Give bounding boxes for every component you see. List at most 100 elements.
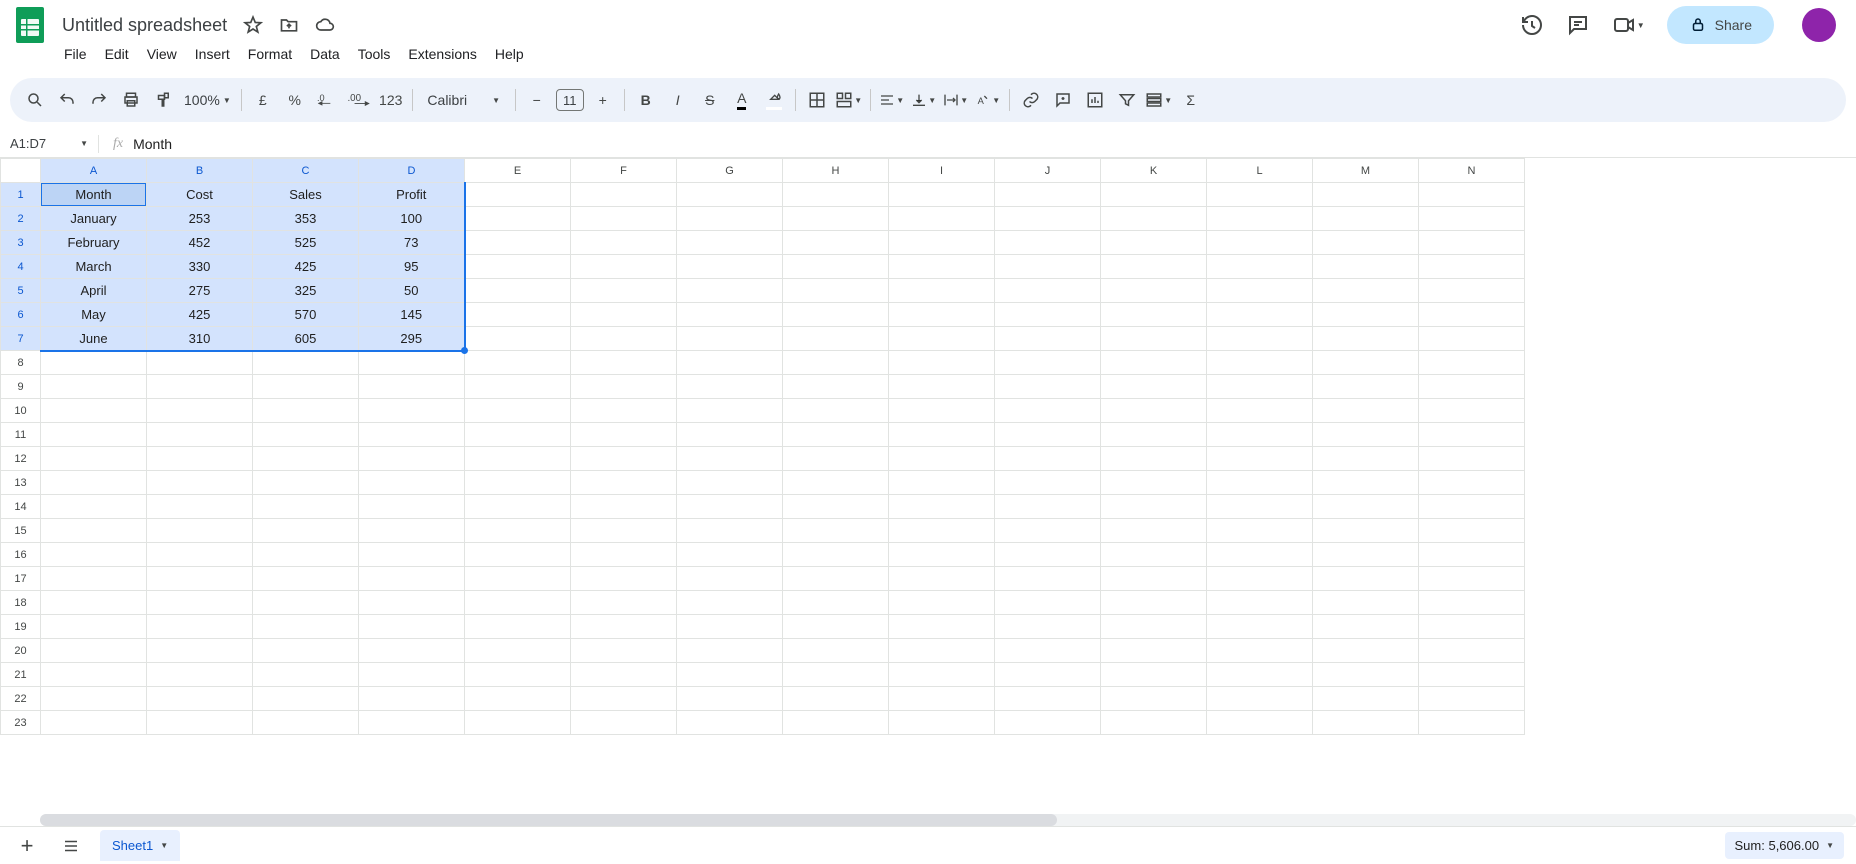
cell-C1[interactable]: Sales bbox=[253, 183, 359, 207]
borders-button[interactable] bbox=[802, 85, 832, 115]
cell-N22[interactable] bbox=[1419, 687, 1525, 711]
cell-M8[interactable] bbox=[1313, 351, 1419, 375]
cell-N8[interactable] bbox=[1419, 351, 1525, 375]
cell-D9[interactable] bbox=[359, 375, 465, 399]
cell-I20[interactable] bbox=[889, 639, 995, 663]
cell-G16[interactable] bbox=[677, 543, 783, 567]
cell-C22[interactable] bbox=[253, 687, 359, 711]
print-button[interactable] bbox=[116, 85, 146, 115]
cell-D15[interactable] bbox=[359, 519, 465, 543]
sheet-menu-icon[interactable]: ▼ bbox=[160, 841, 168, 850]
status-summary[interactable]: Sum: 5,606.00 ▼ bbox=[1725, 832, 1844, 859]
cell-B23[interactable] bbox=[147, 711, 253, 735]
cell-J17[interactable] bbox=[995, 567, 1101, 591]
cell-K19[interactable] bbox=[1101, 615, 1207, 639]
cell-F10[interactable] bbox=[571, 399, 677, 423]
cell-K17[interactable] bbox=[1101, 567, 1207, 591]
cell-I3[interactable] bbox=[889, 231, 995, 255]
star-icon[interactable] bbox=[243, 15, 263, 35]
cell-M18[interactable] bbox=[1313, 591, 1419, 615]
row-header-11[interactable]: 11 bbox=[1, 423, 41, 447]
hscrollbar[interactable] bbox=[40, 814, 1856, 826]
cell-B10[interactable] bbox=[147, 399, 253, 423]
cell-H23[interactable] bbox=[783, 711, 889, 735]
decrease-font-button[interactable]: − bbox=[522, 85, 552, 115]
cell-I8[interactable] bbox=[889, 351, 995, 375]
cell-M20[interactable] bbox=[1313, 639, 1419, 663]
cell-L16[interactable] bbox=[1207, 543, 1313, 567]
cell-A6[interactable]: May bbox=[41, 303, 147, 327]
comment-button[interactable] bbox=[1048, 85, 1078, 115]
cell-A21[interactable] bbox=[41, 663, 147, 687]
col-header-N[interactable]: N bbox=[1419, 159, 1525, 183]
cell-A18[interactable] bbox=[41, 591, 147, 615]
cell-B8[interactable] bbox=[147, 351, 253, 375]
col-header-H[interactable]: H bbox=[783, 159, 889, 183]
cell-F5[interactable] bbox=[571, 279, 677, 303]
cell-A11[interactable] bbox=[41, 423, 147, 447]
cell-G10[interactable] bbox=[677, 399, 783, 423]
cell-I22[interactable] bbox=[889, 687, 995, 711]
cell-L14[interactable] bbox=[1207, 495, 1313, 519]
cell-G4[interactable] bbox=[677, 255, 783, 279]
cell-N16[interactable] bbox=[1419, 543, 1525, 567]
text-color-button[interactable]: A bbox=[727, 85, 757, 115]
cell-B18[interactable] bbox=[147, 591, 253, 615]
cell-B13[interactable] bbox=[147, 471, 253, 495]
cell-A23[interactable] bbox=[41, 711, 147, 735]
menu-format[interactable]: Format bbox=[240, 42, 300, 66]
cell-N4[interactable] bbox=[1419, 255, 1525, 279]
cell-N2[interactable] bbox=[1419, 207, 1525, 231]
cell-J7[interactable] bbox=[995, 327, 1101, 351]
cell-I21[interactable] bbox=[889, 663, 995, 687]
cell-E23[interactable] bbox=[465, 711, 571, 735]
cell-M23[interactable] bbox=[1313, 711, 1419, 735]
cell-N3[interactable] bbox=[1419, 231, 1525, 255]
cell-C7[interactable]: 605 bbox=[253, 327, 359, 351]
cell-G2[interactable] bbox=[677, 207, 783, 231]
cell-N19[interactable] bbox=[1419, 615, 1525, 639]
cell-A1[interactable]: Month bbox=[41, 183, 147, 207]
bold-button[interactable]: B bbox=[631, 85, 661, 115]
cell-N21[interactable] bbox=[1419, 663, 1525, 687]
cell-H19[interactable] bbox=[783, 615, 889, 639]
col-header-I[interactable]: I bbox=[889, 159, 995, 183]
cell-N23[interactable] bbox=[1419, 711, 1525, 735]
cell-M12[interactable] bbox=[1313, 447, 1419, 471]
cell-L18[interactable] bbox=[1207, 591, 1313, 615]
cell-B15[interactable] bbox=[147, 519, 253, 543]
cell-E11[interactable] bbox=[465, 423, 571, 447]
menu-file[interactable]: File bbox=[56, 42, 95, 66]
row-header-2[interactable]: 2 bbox=[1, 207, 41, 231]
increase-font-button[interactable]: + bbox=[588, 85, 618, 115]
cell-N9[interactable] bbox=[1419, 375, 1525, 399]
cell-F3[interactable] bbox=[571, 231, 677, 255]
name-box[interactable]: A1:D7 ▼ bbox=[6, 136, 92, 151]
cell-C12[interactable] bbox=[253, 447, 359, 471]
cell-K8[interactable] bbox=[1101, 351, 1207, 375]
cell-D16[interactable] bbox=[359, 543, 465, 567]
cell-C13[interactable] bbox=[253, 471, 359, 495]
cell-K7[interactable] bbox=[1101, 327, 1207, 351]
cell-M5[interactable] bbox=[1313, 279, 1419, 303]
cell-I23[interactable] bbox=[889, 711, 995, 735]
cell-M4[interactable] bbox=[1313, 255, 1419, 279]
cell-L2[interactable] bbox=[1207, 207, 1313, 231]
cell-K4[interactable] bbox=[1101, 255, 1207, 279]
row-header-18[interactable]: 18 bbox=[1, 591, 41, 615]
cell-G9[interactable] bbox=[677, 375, 783, 399]
cell-F8[interactable] bbox=[571, 351, 677, 375]
row-header-8[interactable]: 8 bbox=[1, 351, 41, 375]
cell-J11[interactable] bbox=[995, 423, 1101, 447]
italic-button[interactable]: I bbox=[663, 85, 693, 115]
cell-E19[interactable] bbox=[465, 615, 571, 639]
cell-L3[interactable] bbox=[1207, 231, 1313, 255]
row-header-13[interactable]: 13 bbox=[1, 471, 41, 495]
cell-F20[interactable] bbox=[571, 639, 677, 663]
cell-B3[interactable]: 452 bbox=[147, 231, 253, 255]
cell-K11[interactable] bbox=[1101, 423, 1207, 447]
cell-K3[interactable] bbox=[1101, 231, 1207, 255]
cell-E6[interactable] bbox=[465, 303, 571, 327]
row-header-20[interactable]: 20 bbox=[1, 639, 41, 663]
cell-A8[interactable] bbox=[41, 351, 147, 375]
